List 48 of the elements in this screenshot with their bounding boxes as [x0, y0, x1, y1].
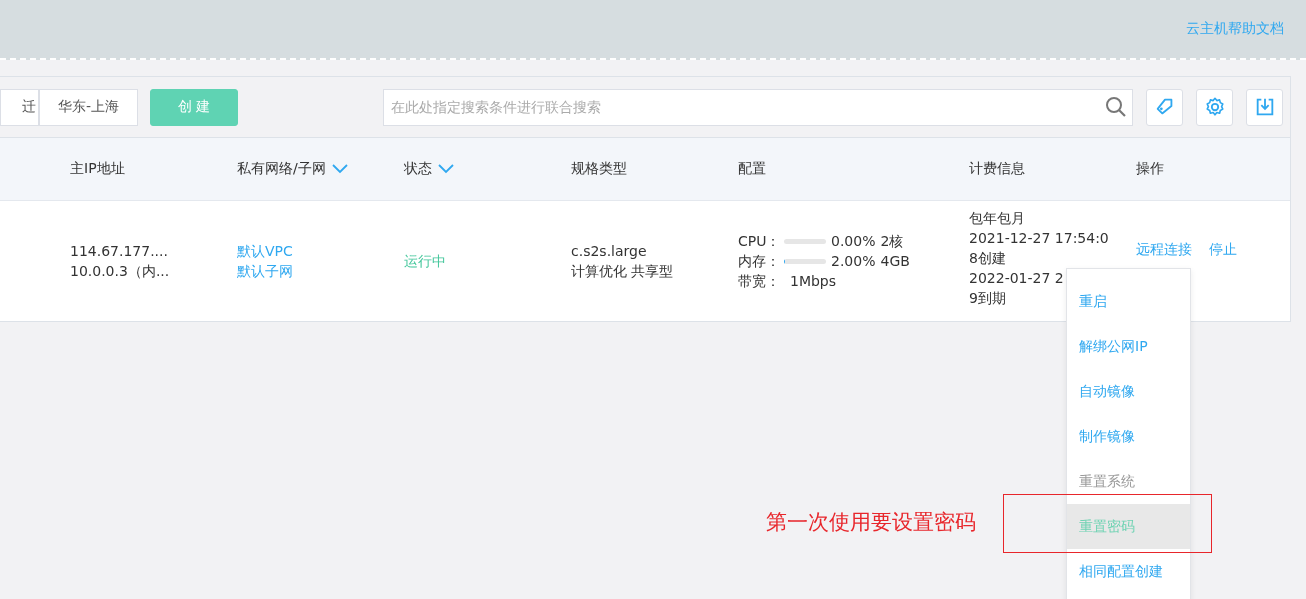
spec-text: 计算优化 共享型 — [571, 262, 674, 281]
network-link[interactable]: 默认VPC — [237, 241, 293, 261]
config-label: 带宽： — [738, 272, 781, 291]
config-value: 1Mbps — [790, 272, 837, 291]
column-header: 规格类型 — [571, 160, 627, 178]
billing-text: 9到期 — [969, 289, 1006, 308]
action-link[interactable]: 远程连接 — [1136, 241, 1192, 259]
column-header: 私有网络/子网 — [237, 160, 326, 178]
menu-item[interactable]: 制作镜像 — [1067, 414, 1190, 459]
billing-text: 2022-01-27 2 — [969, 269, 1064, 288]
chevron-down-icon[interactable] — [331, 164, 348, 174]
config-label: CPU： — [738, 232, 782, 251]
usage-meter — [784, 238, 826, 244]
column-header: 计费信息 — [969, 160, 1025, 178]
usage-percent: 0.00% — [831, 232, 876, 251]
ip-address: 10.0.0.3（内... — [70, 262, 170, 281]
billing-text: 8创建 — [969, 249, 1006, 268]
tag-button[interactable] — [1146, 88, 1184, 126]
billing-text: 包年包月 — [969, 209, 1025, 228]
menu-item[interactable]: 重启 — [1067, 279, 1190, 324]
network-link[interactable]: 默认子网 — [237, 261, 293, 281]
usage-amount: 4GB — [880, 252, 910, 271]
action-link[interactable]: 停止 — [1209, 241, 1237, 259]
column-header: 操作 — [1136, 160, 1164, 178]
filter-button[interactable]: 华东-上海 — [39, 88, 139, 126]
config-label: 内存： — [738, 252, 781, 271]
search-icon[interactable] — [1105, 95, 1128, 118]
menu-item[interactable]: 重置密码 — [1067, 504, 1190, 549]
settings-button[interactable] — [1196, 88, 1234, 126]
filter-button[interactable]: 迁 — [0, 88, 39, 126]
search-field[interactable]: 在此处指定搜索条件进行联合搜索 — [383, 88, 1134, 126]
chevron-down-icon[interactable] — [438, 164, 454, 174]
menu-item[interactable]: 解绑公网IP — [1067, 324, 1190, 369]
help-link[interactable]: 云主机帮助文档 — [1186, 20, 1284, 38]
status-text: 运行中 — [404, 252, 446, 271]
menu-item[interactable]: 相同配置创建 — [1067, 549, 1190, 594]
download-button[interactable] — [1246, 88, 1284, 126]
annotation-text: 第一次使用要设置密码 — [766, 509, 976, 536]
create-button[interactable]: 创 建 — [150, 88, 239, 126]
billing-text: 2021-12-27 17:54:0 — [969, 229, 1109, 248]
ip-address: 114.67.177.... — [70, 242, 168, 261]
menu-item[interactable]: 自动镜像 — [1067, 369, 1190, 414]
column-header: 状态 — [404, 160, 432, 178]
usage-percent: 2.00% — [831, 252, 876, 271]
usage-amount: 2核 — [880, 232, 904, 251]
spec-text: c.s2s.large — [571, 242, 647, 261]
column-header: 主IP地址 — [70, 160, 125, 178]
column-header: 配置 — [738, 160, 766, 178]
